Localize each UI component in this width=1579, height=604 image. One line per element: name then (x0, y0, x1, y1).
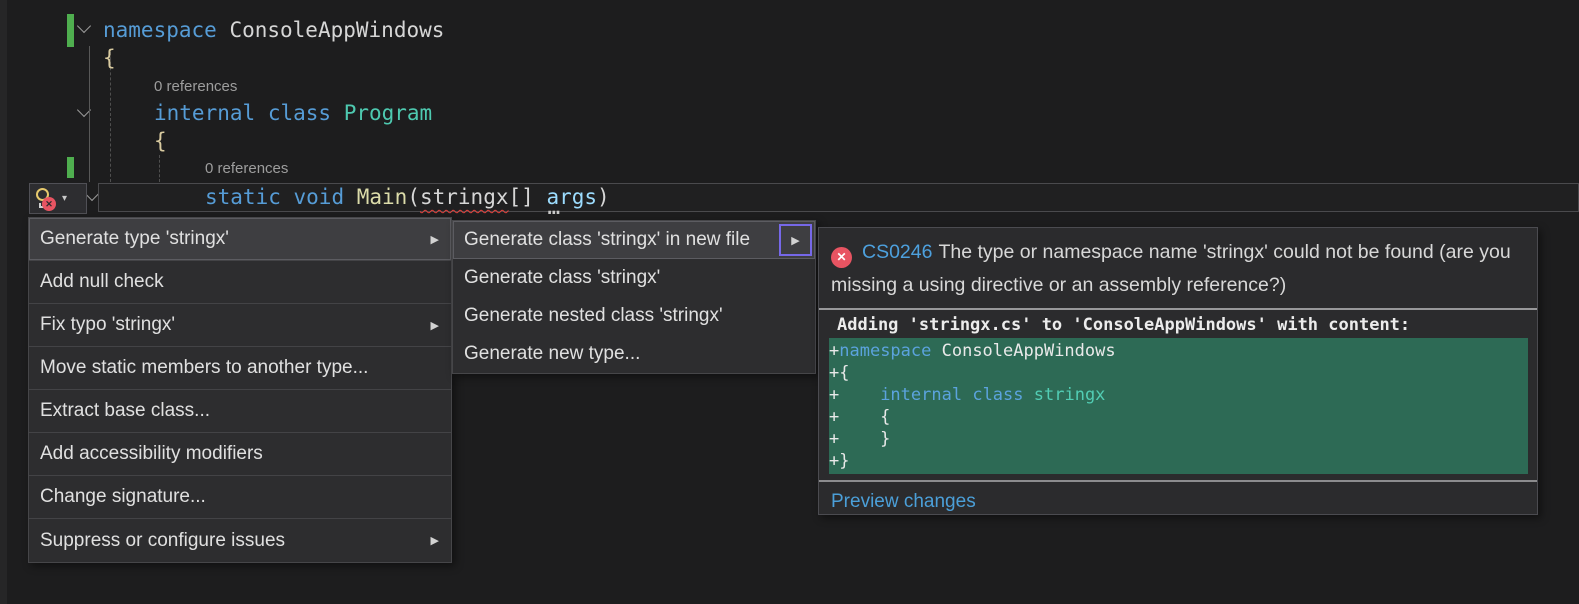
editor-left-margin (0, 0, 7, 604)
fold-chevron-icon[interactable] (85, 187, 99, 201)
suggestion-dots-icon: … (547, 193, 561, 221)
change-bar-icon (67, 157, 74, 178)
menu-item-label: Generate type 'stringx' (40, 228, 423, 250)
preview-flyout-button[interactable]: ▶ (779, 224, 812, 256)
code-editor: namespace ConsoleAppWindows{internal cla… (0, 0, 1579, 604)
menu-item-label: Move static members to another type... (40, 357, 439, 379)
quick-action-menu-item[interactable]: Add null check (29, 261, 451, 304)
generate-type-submenu: Generate class 'stringx' in new file▶Gen… (452, 220, 816, 374)
diff-added-line: + internal class stringx (829, 384, 1528, 406)
quick-actions-menu: Generate type 'stringx' ▶ Add null check Fi… (28, 217, 452, 563)
quick-action-menu-item[interactable]: Add accessibility modifiers (29, 433, 451, 476)
diff-added-line: +} (829, 450, 1528, 472)
diff-added-line: +{ (829, 362, 1528, 384)
error-squiggle-token: stringx (420, 185, 509, 209)
quick-action-menu-item[interactable]: Fix typo 'stringx' ▶ (29, 304, 451, 347)
quick-action-menu-item[interactable]: Generate type 'stringx' ▶ (29, 218, 451, 261)
diff-added-line: +namespace ConsoleAppWindows (829, 340, 1528, 362)
menu-item-label: Fix typo 'stringx' (40, 314, 423, 336)
menu-item-label: Generate class 'stringx' (464, 267, 803, 289)
menu-item-label: Add null check (40, 271, 439, 293)
code-line: namespace ConsoleAppWindows (103, 16, 444, 44)
diff-header: Adding 'stringx.cs' to 'ConsoleAppWindow… (819, 310, 1537, 338)
preview-changes-link[interactable]: Preview changes (819, 482, 1537, 522)
code-line: internal class Program (154, 99, 432, 127)
lightbulb-dropdown-icon[interactable]: ▾ (62, 193, 67, 204)
quick-action-menu-item[interactable]: Move static members to another type... (29, 347, 451, 390)
generate-submenu-item[interactable]: Generate class 'stringx' (453, 259, 815, 297)
scope-guide-line (89, 46, 90, 182)
codelens-references-link[interactable]: 0 references (154, 78, 237, 95)
menu-item-label: Generate nested class 'stringx' (464, 305, 803, 327)
diff-added-line: + { (829, 406, 1528, 428)
error-badge-icon: ✕ (42, 197, 56, 211)
menu-item-label: Change signature... (40, 486, 439, 508)
error-code-link[interactable]: CS0246 (862, 241, 932, 263)
quick-action-menu-item[interactable]: Extract base class... (29, 390, 451, 433)
fold-chevron-icon[interactable] (77, 19, 91, 33)
quick-action-menu-item[interactable]: Suppress or configure issues ▶ (29, 519, 451, 562)
quick-action-menu-item[interactable]: Change signature... (29, 476, 451, 519)
lightbulb-icon: ✕ (35, 188, 52, 210)
code-line: { (154, 127, 167, 155)
menu-item-label: Generate new type... (464, 343, 803, 365)
menu-item-label: Extract base class... (40, 400, 439, 422)
submenu-arrow-icon: ▶ (431, 319, 439, 332)
menu-item-label: Generate class 'stringx' in new file (464, 229, 803, 251)
menu-item-label: Add accessibility modifiers (40, 443, 439, 465)
diff-added-line: + } (829, 428, 1528, 450)
submenu-arrow-icon: ▶ (431, 233, 439, 246)
generate-submenu-item[interactable]: Generate nested class 'stringx' (453, 297, 815, 335)
submenu-arrow-icon: ▶ (431, 534, 439, 547)
added-code-preview: +namespace ConsoleAppWindows+{+ internal… (829, 338, 1528, 474)
indent-guide-line (159, 155, 160, 182)
generate-submenu-item[interactable]: Generate new type... (453, 335, 815, 373)
menu-item-label: Suppress or configure issues (40, 530, 423, 552)
error-icon: ✕ (831, 247, 852, 268)
error-message: The type or namespace name 'stringx' cou… (831, 241, 1511, 296)
change-bar-icon (67, 14, 74, 47)
code-line: { (103, 44, 116, 72)
codelens-references-link[interactable]: 0 references (205, 160, 288, 177)
quick-actions-lightbulb-button[interactable]: ✕ ▾ (29, 183, 87, 214)
code-line: static void Main(stringx[] args…) (205, 183, 610, 211)
error-description: ✕ CS0246The type or namespace name 'strin… (819, 228, 1537, 306)
generate-submenu-item[interactable]: Generate class 'stringx' in new file▶ (453, 221, 815, 259)
fix-preview-pane: ✕ CS0246The type or namespace name 'strin… (818, 227, 1538, 515)
